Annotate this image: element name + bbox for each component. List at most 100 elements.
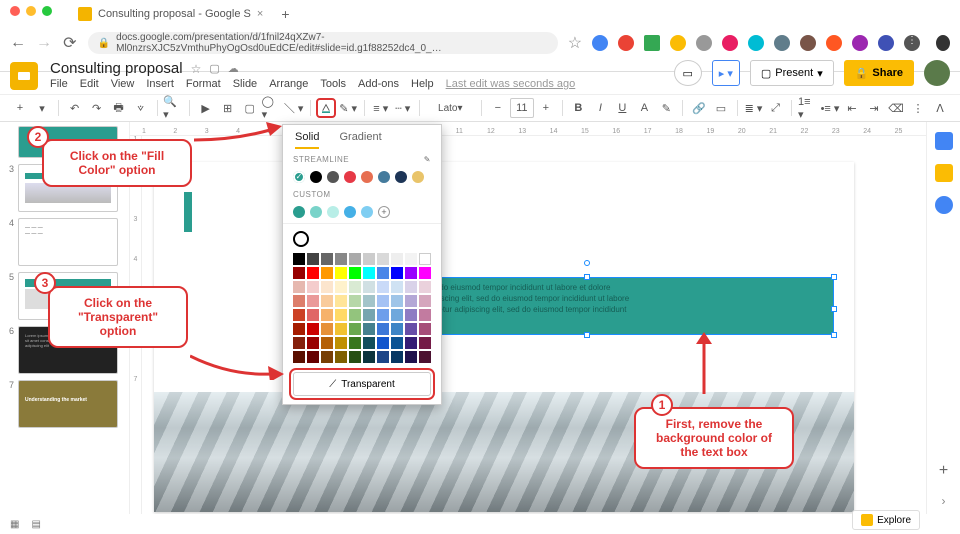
- calendar-addon-icon[interactable]: [935, 132, 953, 150]
- color-swatch[interactable]: [419, 295, 431, 307]
- back-icon[interactable]: ←: [10, 34, 26, 52]
- menu-format[interactable]: Format: [186, 78, 221, 90]
- color-swatch[interactable]: [310, 171, 322, 183]
- color-swatch[interactable]: [307, 323, 319, 335]
- color-swatch[interactable]: [361, 206, 373, 218]
- shape-tool-icon[interactable]: ◯ ▾: [262, 98, 282, 118]
- color-swatch[interactable]: [349, 295, 361, 307]
- show-side-panel-icon[interactable]: ›: [942, 494, 946, 508]
- color-swatch[interactable]: [335, 337, 347, 349]
- ext-icon[interactable]: [878, 35, 894, 51]
- color-swatch[interactable]: [335, 295, 347, 307]
- image-tool-icon[interactable]: ▢: [240, 98, 260, 118]
- color-swatch[interactable]: [344, 171, 356, 183]
- color-swatch[interactable]: [419, 253, 431, 265]
- redo-icon[interactable]: ↷: [87, 98, 107, 118]
- font-selector[interactable]: Lato ▾: [425, 98, 475, 118]
- menu-slide[interactable]: Slide: [233, 78, 257, 90]
- resize-handle[interactable]: [584, 332, 590, 338]
- font-size-decrease[interactable]: −: [488, 98, 508, 118]
- no-color-swatch[interactable]: [293, 231, 309, 247]
- color-swatch[interactable]: [363, 351, 375, 363]
- menu-tools[interactable]: Tools: [320, 78, 346, 90]
- line-tool-icon[interactable]: ＼ ▾: [284, 98, 304, 118]
- menu-help[interactable]: Help: [411, 78, 434, 90]
- color-swatch[interactable]: [321, 267, 333, 279]
- color-swatch[interactable]: [335, 267, 347, 279]
- align-icon[interactable]: ≣ ▾: [743, 98, 763, 118]
- color-swatch[interactable]: [335, 323, 347, 335]
- clear-format-icon[interactable]: ⌫: [886, 98, 906, 118]
- solid-tab[interactable]: Solid: [295, 131, 319, 149]
- color-swatch[interactable]: [307, 281, 319, 293]
- color-swatch[interactable]: [405, 281, 417, 293]
- color-swatch[interactable]: [293, 267, 305, 279]
- color-swatch[interactable]: [335, 253, 347, 265]
- color-swatch[interactable]: [321, 351, 333, 363]
- slide-thumb[interactable]: — — —— — —: [18, 218, 118, 266]
- cloud-status-icon[interactable]: ☁: [228, 62, 239, 75]
- color-swatch[interactable]: [307, 309, 319, 321]
- color-swatch[interactable]: [391, 323, 403, 335]
- color-swatch[interactable]: [363, 295, 375, 307]
- color-swatch[interactable]: [363, 309, 375, 321]
- color-swatch[interactable]: [361, 171, 373, 183]
- color-swatch[interactable]: [321, 281, 333, 293]
- close-tab-icon[interactable]: ×: [257, 8, 263, 20]
- edit-theme-icon[interactable]: ✎: [424, 155, 431, 164]
- color-swatch[interactable]: [405, 351, 417, 363]
- minimize-window[interactable]: [26, 6, 36, 16]
- highlight-icon[interactable]: ✎: [656, 98, 676, 118]
- tasks-addon-icon[interactable]: [935, 196, 953, 214]
- color-swatch[interactable]: [419, 309, 431, 321]
- slides-logo-icon[interactable]: [10, 62, 38, 90]
- color-swatch[interactable]: [349, 309, 361, 321]
- color-swatch[interactable]: [293, 309, 305, 321]
- undo-icon[interactable]: ↶: [65, 98, 85, 118]
- color-swatch[interactable]: [363, 267, 375, 279]
- slideshow-dropdown-icon[interactable]: ▸ ▾: [712, 60, 740, 86]
- doc-title[interactable]: Consulting proposal: [50, 60, 183, 77]
- color-swatch[interactable]: [391, 281, 403, 293]
- ext-icon[interactable]: [774, 35, 790, 51]
- color-swatch[interactable]: [391, 337, 403, 349]
- color-swatch[interactable]: [335, 351, 347, 363]
- menu-file[interactable]: File: [50, 78, 68, 90]
- color-swatch[interactable]: [321, 337, 333, 349]
- address-bar[interactable]: 🔒 docs.google.com/presentation/d/1fnil24…: [88, 32, 558, 54]
- link-icon[interactable]: 🔗: [689, 98, 709, 118]
- color-swatch[interactable]: [321, 309, 333, 321]
- color-swatch[interactable]: [293, 323, 305, 335]
- color-swatch[interactable]: [391, 351, 403, 363]
- color-swatch[interactable]: [419, 281, 431, 293]
- resize-handle[interactable]: [831, 306, 837, 312]
- color-swatch[interactable]: [349, 351, 361, 363]
- color-swatch[interactable]: [377, 295, 389, 307]
- add-custom-color-icon[interactable]: +: [378, 206, 390, 218]
- color-swatch[interactable]: [293, 337, 305, 349]
- zoom-icon[interactable]: 🔍 ▾: [163, 98, 183, 118]
- indent-icon[interactable]: ⇥: [864, 98, 884, 118]
- underline-icon[interactable]: U: [612, 98, 632, 118]
- color-swatch[interactable]: [327, 171, 339, 183]
- color-swatch[interactable]: [378, 171, 390, 183]
- font-size-input[interactable]: 11: [510, 98, 534, 118]
- color-swatch[interactable]: [321, 253, 333, 265]
- color-swatch[interactable]: [321, 295, 333, 307]
- resize-handle[interactable]: [831, 332, 837, 338]
- move-doc-icon[interactable]: ▢: [209, 62, 219, 75]
- ext-icon[interactable]: [696, 35, 712, 51]
- border-color-icon[interactable]: ✎ ▾: [338, 98, 358, 118]
- ext-icon[interactable]: [852, 35, 868, 51]
- color-swatch[interactable]: [349, 267, 361, 279]
- color-swatch[interactable]: [363, 337, 375, 349]
- color-swatch[interactable]: [349, 323, 361, 335]
- ext-icon[interactable]: [644, 35, 660, 51]
- color-swatch[interactable]: [377, 267, 389, 279]
- color-swatch[interactable]: ✓: [293, 171, 305, 183]
- dark-circle-icon[interactable]: [936, 35, 950, 51]
- ext-icon[interactable]: [618, 35, 634, 51]
- new-slide-button[interactable]: +: [10, 98, 30, 118]
- collapse-toolbar-icon[interactable]: ᐱ: [930, 98, 950, 118]
- comment-icon[interactable]: ▭: [711, 98, 731, 118]
